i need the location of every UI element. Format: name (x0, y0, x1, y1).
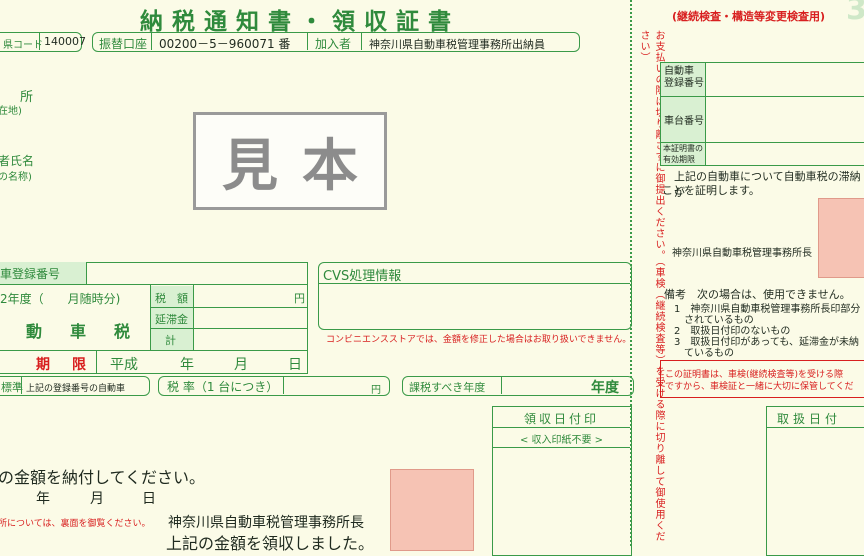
pay-instruction: の金額を納付してください。 (0, 468, 206, 487)
address-sub-label: 在地) (0, 106, 22, 117)
prefecture-code-value: 140007 (44, 35, 86, 48)
late-fee-label: 延滞金 (155, 313, 188, 326)
stub-expiry-label: 本証明書の 有効期限 (663, 144, 703, 164)
document-title: 納税通知書・領収証書 (140, 9, 460, 35)
pay-date-day: 日 (142, 491, 156, 507)
subscriber-name: 神奈川県自動車税管理事務所出納員 (369, 38, 545, 51)
name-sub-label: の名称) (0, 172, 32, 183)
deadline-label: 期 限 (36, 357, 90, 373)
name-label: 者氏名 (0, 154, 35, 168)
stub-office-head: 神奈川県自動車税管理事務所長 (672, 248, 812, 259)
seal-box-left (390, 469, 474, 551)
handling-date-box: 取扱日付 (766, 406, 864, 556)
stub-reg-number-label: 自動車 登録番号 (664, 66, 704, 89)
remark-3b: ているもの (684, 348, 734, 359)
taxable-year-box: 課税すべき年度 年度 (402, 376, 634, 396)
address-label: 所 (20, 90, 34, 105)
prefecture-code-label: 県コード (3, 40, 43, 51)
rate-unit: 円 (371, 385, 381, 396)
transfer-account-number: 00200－5－960071 番 (159, 37, 291, 51)
cvs-info-box: CVS処理情報 (318, 262, 632, 330)
standard-value: 上記の登録番号の自動車 (26, 384, 126, 394)
sample-stamp: 見本 (193, 112, 387, 210)
pay-date-year: 年 (36, 491, 50, 507)
receipt-date-box: 領収日付印 < 収入印紙不要 > (492, 406, 632, 556)
subscriber-label: 加入者 (315, 37, 352, 51)
transfer-account-label: 振替口座 (99, 37, 148, 51)
pay-date-month: 月 (90, 491, 104, 507)
fiscal-year-label: 2年度（ 月随時分) (0, 292, 121, 306)
tax-amount-unit: 円 (294, 292, 305, 305)
taxable-year-label: 課税すべき年度 (409, 381, 486, 394)
registration-number-label: 車登録番号 (0, 267, 61, 281)
seal-box-right (818, 198, 864, 278)
deadline-day: 日 (288, 357, 302, 373)
warning-line-2: ですから、車検証と一緒に大切に保管してくだ (665, 382, 854, 392)
corner-number: 3 (846, 0, 864, 27)
rate-label: 税 率（1 台につき） (167, 380, 279, 394)
receipt-date-label: 領収日付印 (523, 412, 599, 426)
receipt-stamp-note: < 収入印紙不要 > (519, 435, 604, 446)
standard-box: 標準 上記の登録番号の自動車 (0, 376, 150, 396)
transfer-account-box: 振替口座 00200－5－960071 番 加入者 神奈川県自動車税管理事務所出… (92, 32, 580, 52)
tax-amount-label: 税 額 (155, 292, 188, 305)
stub-subtitle: (継続検査・構造等変更検査用) (672, 10, 826, 23)
tax-name-label: 動 車 税 (26, 322, 137, 341)
stub-chassis-label: 車台番号 (664, 116, 704, 127)
cvs-info-label: CVS処理情報 (323, 269, 402, 284)
handling-date-label: 取扱日付 (777, 412, 842, 426)
back-note: 所については、裏面を御覧ください。 (0, 519, 151, 529)
deadline-year: 年 (180, 357, 194, 373)
cvs-note: コンビニエンスストアでは、金額を修正した場合はお取り扱いできません。 (326, 335, 632, 345)
prefecture-code-box: 県コード 140007 (0, 32, 86, 52)
stub-warning-box: この証明書は、車検(継続検査等)を受ける際 ですから、車検証と一緒に大切に保管し… (660, 360, 864, 398)
received-text: 上記の金額を領収しました。 (166, 534, 375, 553)
deadline-month: 月 (234, 357, 248, 373)
standard-label: 標準 (1, 381, 23, 394)
deadline-era: 平成 (110, 357, 138, 373)
taxable-year-unit: 年度 (591, 380, 619, 396)
rate-box: 税 率（1 台につき） 円 (158, 376, 390, 396)
office-head-left: 神奈川県自動車税管理事務所長 (168, 515, 364, 531)
stub-certify-text2: ことを証明します。 (662, 184, 760, 197)
total-label: 計 (165, 334, 176, 347)
